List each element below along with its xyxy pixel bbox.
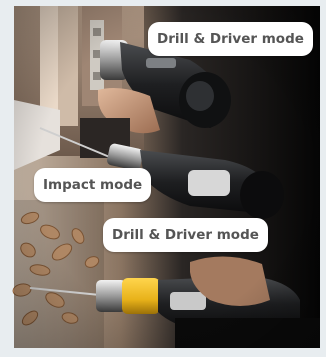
drill-driver-mode-label-2: Drill & Driver mode: [103, 218, 268, 252]
product-image-panel: Drill & Driver mode Impact mode Drill & …: [0, 0, 326, 357]
impact-mode-label: Impact mode: [34, 168, 152, 202]
drill-driver-mode-label: Drill & Driver mode: [148, 22, 313, 56]
